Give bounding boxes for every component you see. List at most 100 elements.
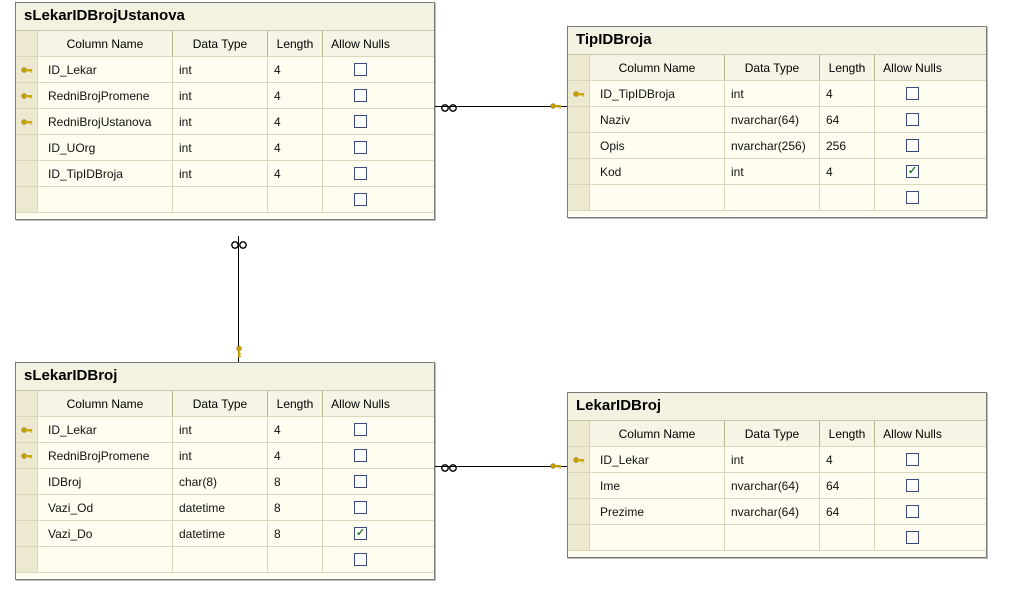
row-selector[interactable] <box>568 473 590 498</box>
cell-length[interactable]: 4 <box>820 81 875 106</box>
cell-length[interactable]: 4 <box>268 161 323 186</box>
allow-nulls-checkbox[interactable] <box>354 553 367 566</box>
row-selector[interactable] <box>16 135 38 160</box>
table-row[interactable] <box>16 547 434 573</box>
cell-allow-nulls[interactable] <box>323 109 398 134</box>
cell-column-name[interactable]: RedniBrojPromene <box>38 83 173 108</box>
cell-column-name[interactable] <box>590 525 725 550</box>
cell-length[interactable]: 8 <box>268 495 323 520</box>
cell-data-type[interactable]: int <box>173 443 268 468</box>
cell-length[interactable] <box>268 187 323 212</box>
cell-data-type[interactable]: nvarchar(256) <box>725 133 820 158</box>
row-selector[interactable] <box>568 447 590 472</box>
allow-nulls-checkbox[interactable] <box>354 423 367 436</box>
row-selector[interactable] <box>568 133 590 158</box>
table-row[interactable] <box>16 187 434 213</box>
allow-nulls-checkbox[interactable] <box>354 475 367 488</box>
allow-nulls-checkbox[interactable] <box>906 87 919 100</box>
table-row[interactable]: Vazi_Dodatetime8 <box>16 521 434 547</box>
table-row[interactable]: ID_UOrgint4 <box>16 135 434 161</box>
cell-length[interactable]: 4 <box>820 447 875 472</box>
cell-length[interactable]: 8 <box>268 469 323 494</box>
table-sLekarIDBroj[interactable]: sLekarIDBrojColumn NameData TypeLengthAl… <box>15 362 435 580</box>
cell-allow-nulls[interactable] <box>323 495 398 520</box>
allow-nulls-checkbox[interactable] <box>354 501 367 514</box>
cell-column-name[interactable]: Prezime <box>590 499 725 524</box>
allow-nulls-checkbox[interactable] <box>906 531 919 544</box>
cell-column-name[interactable]: Vazi_Od <box>38 495 173 520</box>
cell-length[interactable]: 64 <box>820 499 875 524</box>
cell-length[interactable]: 8 <box>268 521 323 546</box>
cell-column-name[interactable]: Kod <box>590 159 725 184</box>
cell-data-type[interactable] <box>173 547 268 572</box>
row-selector[interactable] <box>568 185 590 210</box>
cell-column-name[interactable]: ID_TipIDBroja <box>590 81 725 106</box>
cell-allow-nulls[interactable] <box>875 447 950 472</box>
cell-length[interactable] <box>820 185 875 210</box>
table-row[interactable]: Vazi_Oddatetime8 <box>16 495 434 521</box>
allow-nulls-checkbox[interactable] <box>906 165 919 178</box>
cell-column-name[interactable]: IDBroj <box>38 469 173 494</box>
row-selector[interactable] <box>568 499 590 524</box>
cell-allow-nulls[interactable] <box>875 473 950 498</box>
cell-data-type[interactable] <box>725 185 820 210</box>
cell-column-name[interactable]: RedniBrojPromene <box>38 443 173 468</box>
table-row[interactable] <box>568 525 986 551</box>
allow-nulls-checkbox[interactable] <box>354 141 367 154</box>
table-row[interactable]: IDBrojchar(8)8 <box>16 469 434 495</box>
cell-data-type[interactable]: datetime <box>173 521 268 546</box>
cell-allow-nulls[interactable] <box>875 81 950 106</box>
cell-allow-nulls[interactable] <box>875 185 950 210</box>
cell-data-type[interactable]: int <box>725 159 820 184</box>
cell-column-name[interactable]: ID_Lekar <box>38 57 173 82</box>
table-row[interactable]: RedniBrojPromeneint4 <box>16 83 434 109</box>
cell-length[interactable]: 4 <box>820 159 875 184</box>
allow-nulls-checkbox[interactable] <box>906 453 919 466</box>
table-row[interactable]: ID_TipIDBrojaint4 <box>16 161 434 187</box>
allow-nulls-checkbox[interactable] <box>354 193 367 206</box>
cell-allow-nulls[interactable] <box>323 83 398 108</box>
cell-data-type[interactable]: nvarchar(64) <box>725 473 820 498</box>
cell-data-type[interactable]: datetime <box>173 495 268 520</box>
table-row[interactable]: Prezimenvarchar(64)64 <box>568 499 986 525</box>
cell-length[interactable]: 4 <box>268 109 323 134</box>
allow-nulls-checkbox[interactable] <box>906 479 919 492</box>
table-row[interactable]: Kodint4 <box>568 159 986 185</box>
cell-allow-nulls[interactable] <box>323 187 398 212</box>
row-selector[interactable] <box>16 83 38 108</box>
row-selector[interactable] <box>568 107 590 132</box>
cell-data-type[interactable]: int <box>725 81 820 106</box>
row-selector[interactable] <box>568 159 590 184</box>
cell-data-type[interactable]: nvarchar(64) <box>725 499 820 524</box>
row-selector[interactable] <box>16 495 38 520</box>
cell-column-name[interactable]: RedniBrojUstanova <box>38 109 173 134</box>
allow-nulls-checkbox[interactable] <box>906 191 919 204</box>
cell-data-type[interactable] <box>173 187 268 212</box>
table-sLekarIDBrojUstanova[interactable]: sLekarIDBrojUstanovaColumn NameData Type… <box>15 2 435 220</box>
cell-column-name[interactable]: ID_TipIDBroja <box>38 161 173 186</box>
cell-allow-nulls[interactable] <box>875 525 950 550</box>
table-row[interactable]: ID_Lekarint4 <box>16 417 434 443</box>
allow-nulls-checkbox[interactable] <box>354 527 367 540</box>
cell-allow-nulls[interactable] <box>323 57 398 82</box>
cell-length[interactable]: 4 <box>268 57 323 82</box>
table-LekarIDBroj[interactable]: LekarIDBrojColumn NameData TypeLengthAll… <box>567 392 987 558</box>
cell-data-type[interactable]: int <box>173 83 268 108</box>
cell-allow-nulls[interactable] <box>875 159 950 184</box>
table-TipIDBroja[interactable]: TipIDBrojaColumn NameData TypeLengthAllo… <box>567 26 987 218</box>
cell-column-name[interactable]: ID_Lekar <box>590 447 725 472</box>
cell-data-type[interactable]: int <box>173 109 268 134</box>
cell-allow-nulls[interactable] <box>875 133 950 158</box>
cell-data-type[interactable]: char(8) <box>173 469 268 494</box>
row-selector[interactable] <box>16 109 38 134</box>
cell-length[interactable]: 4 <box>268 417 323 442</box>
cell-length[interactable]: 4 <box>268 135 323 160</box>
row-selector[interactable] <box>568 525 590 550</box>
cell-column-name[interactable]: Ime <box>590 473 725 498</box>
table-row[interactable]: ID_Lekarint4 <box>568 447 986 473</box>
allow-nulls-checkbox[interactable] <box>354 89 367 102</box>
table-row[interactable]: Imenvarchar(64)64 <box>568 473 986 499</box>
cell-data-type[interactable]: int <box>173 57 268 82</box>
row-selector[interactable] <box>16 547 38 572</box>
cell-data-type[interactable]: int <box>173 417 268 442</box>
